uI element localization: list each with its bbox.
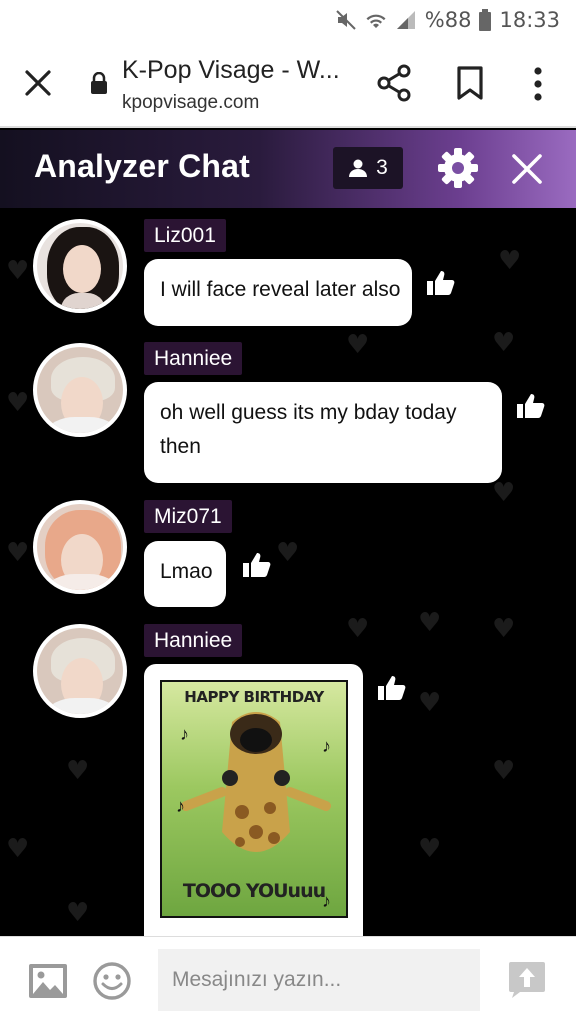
- page-title[interactable]: K-Pop Visage - W...: [122, 56, 340, 85]
- svg-text:♪: ♪: [180, 724, 189, 744]
- online-user-count: 3: [376, 156, 388, 179]
- svg-text:♪: ♪: [176, 796, 185, 816]
- svg-text:♪: ♪: [322, 736, 331, 756]
- message-input[interactable]: [158, 949, 480, 1011]
- wifi-icon: [365, 9, 387, 31]
- user-avatar[interactable]: [33, 624, 127, 718]
- user-avatar[interactable]: [33, 500, 127, 594]
- battery-icon: [479, 9, 492, 31]
- chat-title: Analyzer Chat: [34, 148, 250, 184]
- message-text: I will face reveal later also: [160, 278, 401, 301]
- more-options-icon[interactable]: [530, 66, 546, 102]
- message-username[interactable]: Miz071: [144, 500, 232, 533]
- share-icon[interactable]: [376, 64, 412, 102]
- send-icon[interactable]: [508, 961, 546, 999]
- image-upload-icon[interactable]: [28, 963, 68, 999]
- clock: 18:33: [499, 8, 560, 32]
- lock-icon: [91, 72, 107, 94]
- signal-icon: [395, 9, 417, 31]
- battery-percent: %88: [424, 8, 472, 32]
- message-username[interactable]: Hanniee: [144, 624, 243, 657]
- message-username[interactable]: Liz001: [144, 219, 226, 252]
- image-caption-bottom: TOOO YOUuuu: [182, 880, 326, 902]
- message-username[interactable]: Hanniee: [144, 342, 243, 375]
- page-url[interactable]: kpopvisage.com: [122, 92, 259, 114]
- chat-header: Analyzer Chat 3: [0, 130, 576, 208]
- user-avatar[interactable]: [33, 219, 127, 313]
- status-bar: %88 18:33: [0, 0, 576, 40]
- message-bubble: I will face reveal later also: [144, 259, 412, 326]
- close-tab-icon[interactable]: [22, 67, 54, 99]
- thumbs-up-icon[interactable]: [516, 392, 546, 420]
- close-chat-icon[interactable]: [510, 152, 544, 186]
- chat-messages[interactable]: ♥ ♥ ♥ ♥ ♥ ♥ ♥ ♥ ♥ ♥ ♥ ♥ ♥ ♥ ♥ ♥ ♥ Liz001…: [0, 208, 576, 936]
- message-text: Lmao: [160, 560, 213, 583]
- image-caption-top: HAPPY BIRTHDAY: [184, 688, 324, 706]
- thumbs-up-icon[interactable]: [377, 674, 407, 702]
- image-message-bubble[interactable]: ♪ ♪ ♪ ♪ HAPPY BIRTHDAY TOOO YOUuuu: [144, 664, 363, 936]
- emoji-icon[interactable]: [92, 961, 132, 1001]
- message-bubble: oh well guess its my bday today then: [144, 382, 502, 483]
- message-text: oh well guess its my bday today then: [160, 401, 457, 458]
- bookmark-icon[interactable]: [456, 66, 484, 100]
- user-icon: [349, 159, 368, 177]
- message-input-bar: [0, 936, 576, 1024]
- settings-gear-icon[interactable]: [436, 146, 480, 190]
- birthday-giraffe-image[interactable]: ♪ ♪ ♪ ♪ HAPPY BIRTHDAY TOOO YOUuuu: [160, 680, 348, 918]
- thumbs-up-icon[interactable]: [426, 269, 456, 297]
- mute-icon: [335, 9, 357, 31]
- message-bubble: Lmao: [144, 541, 226, 607]
- user-avatar[interactable]: [33, 343, 127, 437]
- browser-toolbar: K-Pop Visage - W... kpopvisage.com: [0, 40, 576, 128]
- online-users-button[interactable]: 3: [333, 147, 403, 189]
- thumbs-up-icon[interactable]: [242, 551, 272, 579]
